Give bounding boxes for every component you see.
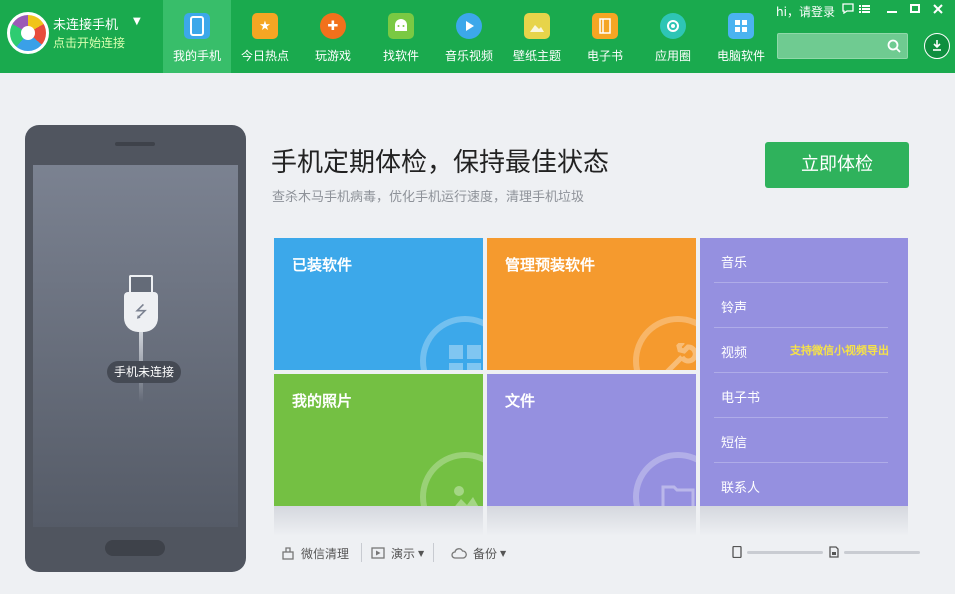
hot-news-icon: ★ <box>252 13 278 39</box>
wallpaper-icon <box>524 13 550 39</box>
tile-title: 文件 <box>505 392 536 410</box>
backup-button[interactable]: 备份 ▼ <box>451 544 506 562</box>
tile-files[interactable]: 文件 <box>487 374 696 506</box>
apps-grid-icon <box>420 316 483 370</box>
windows-icon <box>728 13 754 39</box>
tile-reflection <box>274 506 483 536</box>
book-icon <box>592 13 618 39</box>
phone-speaker <box>115 142 155 146</box>
media-item-video[interactable]: 视频 支持微信小视频导出 <box>714 328 889 373</box>
connect-link[interactable]: 点击开始连接 <box>53 34 125 51</box>
chevron-down-icon[interactable]: ▼ <box>133 16 141 27</box>
media-item-contacts[interactable]: 联系人 <box>714 463 888 506</box>
download-icon[interactable] <box>924 33 950 59</box>
play-icon <box>456 13 482 39</box>
phone-storage-icon <box>732 546 742 558</box>
toolbar-divider <box>433 543 434 562</box>
tile-title: 管理预装软件 <box>505 256 596 274</box>
wrench-icon <box>633 316 696 370</box>
search-box <box>777 33 908 59</box>
gamepad-icon: ✚ <box>320 13 346 39</box>
app-circle-icon <box>660 13 686 39</box>
top-right-panel: hi，请登录 <box>775 0 955 73</box>
connection-title: 未连接手机 <box>53 18 119 33</box>
nav-label: 电子书 <box>586 49 623 63</box>
wechat-video-export-note[interactable]: 支持微信小视频导出 <box>790 342 889 358</box>
tile-reflection <box>700 506 908 536</box>
nav-label: 壁纸主题 <box>512 49 561 63</box>
nav-item-hot-news[interactable]: ★ 今日热点 <box>231 0 299 73</box>
tile-my-photos[interactable]: 我的照片 <box>274 374 483 506</box>
sd-card-icon <box>829 546 839 558</box>
phone-home-button <box>105 540 165 556</box>
phone-status-label: 手机未连接 <box>107 361 182 383</box>
phone-storage-bar <box>747 551 823 554</box>
backup-label: 备份 <box>473 546 498 561</box>
tile-installed-apps[interactable]: 已装软件 <box>274 238 483 370</box>
search-icon[interactable] <box>887 39 901 53</box>
login-link[interactable]: hi，请登录 <box>776 3 835 20</box>
phone-preview: ⭍ 手机未连接 <box>25 125 246 572</box>
media-label: 电子书 <box>721 391 761 406</box>
connection-status-panel[interactable]: 未连接手机 ▼ 点击开始连接 <box>7 12 157 56</box>
media-item-ringtone[interactable]: 铃声 <box>714 283 888 328</box>
caret-down-icon: ▼ <box>418 548 425 558</box>
nav-label: 玩游戏 <box>314 49 351 63</box>
media-label: 短信 <box>721 436 748 451</box>
nav-item-games[interactable]: ✚ 玩游戏 <box>299 0 367 73</box>
nav-label: 今日热点 <box>240 49 289 63</box>
media-label: 视频 <box>721 346 748 361</box>
media-label: 音乐 <box>721 256 748 271</box>
usb-plug-icon: ⭍ <box>124 275 158 405</box>
menu-icon[interactable] <box>855 2 873 18</box>
close-icon[interactable] <box>929 2 947 18</box>
check-now-button[interactable]: 立即体检 <box>765 142 909 188</box>
cloud-icon <box>451 548 467 559</box>
media-label: 铃声 <box>721 301 748 316</box>
media-item-ebook[interactable]: 电子书 <box>714 373 888 418</box>
page-title: 手机定期体检，保持最佳状态 <box>271 148 610 178</box>
nav-item-my-phone[interactable]: 我的手机 <box>163 0 231 73</box>
main-nav: 我的手机 ★ 今日热点 ✚ 玩游戏 找软件 音乐视频 壁纸主题 电子书 应用圈 … <box>163 0 775 73</box>
tile-title: 已装软件 <box>292 256 353 274</box>
sd-storage-bar <box>844 551 920 554</box>
minimize-icon[interactable] <box>883 2 901 18</box>
top-bar: 未连接手机 ▼ 点击开始连接 我的手机 ★ 今日热点 ✚ 玩游戏 找软件 音乐视… <box>0 0 955 73</box>
nav-label: 我的手机 <box>172 49 221 63</box>
nav-item-software[interactable]: 找软件 <box>367 0 435 73</box>
media-label: 联系人 <box>721 481 761 496</box>
tile-preinstalled-apps[interactable]: 管理预装软件 <box>487 238 696 370</box>
media-item-sms[interactable]: 短信 <box>714 418 888 463</box>
phone-icon <box>184 13 210 39</box>
demo-button[interactable]: 演示 ▼ <box>371 544 424 562</box>
media-item-music[interactable]: 音乐 <box>714 238 888 283</box>
play-icon <box>371 547 385 559</box>
wechat-clean-button[interactable]: 微信清理 <box>281 544 349 562</box>
nav-label: 电脑软件 <box>716 49 765 63</box>
nav-item-wallpaper[interactable]: 壁纸主题 <box>503 0 571 73</box>
tile-reflection <box>487 506 696 536</box>
media-list-panel: 音乐 铃声 视频 支持微信小视频导出 电子书 短信 联系人 <box>700 238 908 506</box>
nav-label: 音乐视频 <box>444 49 493 63</box>
photo-icon <box>420 452 483 506</box>
wechat-clean-label: 微信清理 <box>301 546 350 561</box>
tile-title: 我的照片 <box>292 392 353 410</box>
maximize-icon[interactable] <box>906 2 924 18</box>
toolbar-divider <box>361 543 362 562</box>
demo-label: 演示 <box>391 546 416 561</box>
search-input[interactable] <box>784 38 884 55</box>
nav-label: 应用圈 <box>654 49 691 63</box>
caret-down-icon: ▼ <box>500 548 507 558</box>
nav-item-music-video[interactable]: 音乐视频 <box>435 0 503 73</box>
app-logo-icon <box>7 12 49 54</box>
broom-icon <box>282 547 294 560</box>
nav-item-ebook[interactable]: 电子书 <box>571 0 639 73</box>
page-subtitle: 查杀木马手机病毒，优化手机运行速度，清理手机垃圾 <box>272 190 585 205</box>
nav-item-pc-software[interactable]: 电脑软件 <box>707 0 775 73</box>
folder-icon <box>633 452 696 506</box>
android-icon <box>388 13 414 39</box>
nav-item-app-circle[interactable]: 应用圈 <box>639 0 707 73</box>
nav-label: 找软件 <box>382 49 419 63</box>
